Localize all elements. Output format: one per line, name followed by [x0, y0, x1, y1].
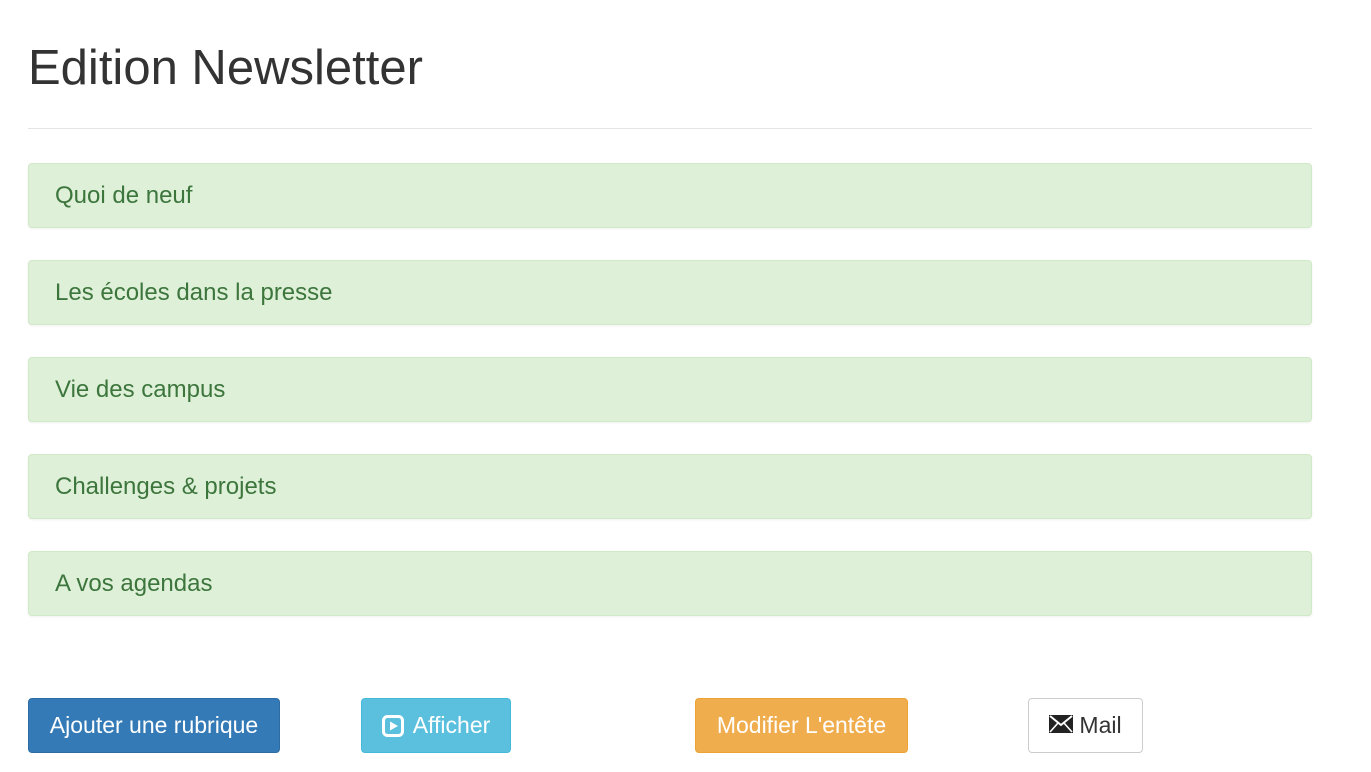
add-section-button[interactable]: Ajouter une rubrique	[28, 698, 280, 753]
envelope-icon	[1049, 714, 1074, 733]
section-list: Quoi de neuf Les écoles dans la presse V…	[28, 163, 1312, 648]
mail-button[interactable]: Mail	[1028, 698, 1143, 753]
section-label: Challenges & projets	[55, 472, 277, 500]
section-item-quoi-de-neuf[interactable]: Quoi de neuf	[28, 163, 1312, 228]
section-label: Vie des campus	[55, 375, 226, 403]
add-section-label: Ajouter une rubrique	[49, 712, 259, 738]
play-square-icon	[381, 714, 404, 737]
newsletter-editor-page: Edition Newsletter Quoi de neuf Les écol…	[0, 0, 1371, 772]
title-divider	[28, 128, 1312, 129]
mail-label: Mail	[1079, 712, 1122, 738]
section-item-vie-campus[interactable]: Vie des campus	[28, 357, 1312, 422]
section-item-ecoles-presse[interactable]: Les écoles dans la presse	[28, 260, 1312, 325]
section-label: A vos agendas	[55, 569, 213, 597]
section-item-agendas[interactable]: A vos agendas	[28, 551, 1312, 616]
show-label: Afficher	[412, 712, 491, 738]
section-item-challenges-projets[interactable]: Challenges & projets	[28, 454, 1312, 519]
show-button[interactable]: Afficher	[361, 698, 511, 753]
section-label: Les écoles dans la presse	[55, 278, 333, 306]
edit-header-button[interactable]: Modifier L'entête	[695, 698, 908, 753]
edit-header-label: Modifier L'entête	[716, 712, 887, 738]
section-label: Quoi de neuf	[55, 181, 193, 209]
page-title: Edition Newsletter	[28, 41, 423, 95]
